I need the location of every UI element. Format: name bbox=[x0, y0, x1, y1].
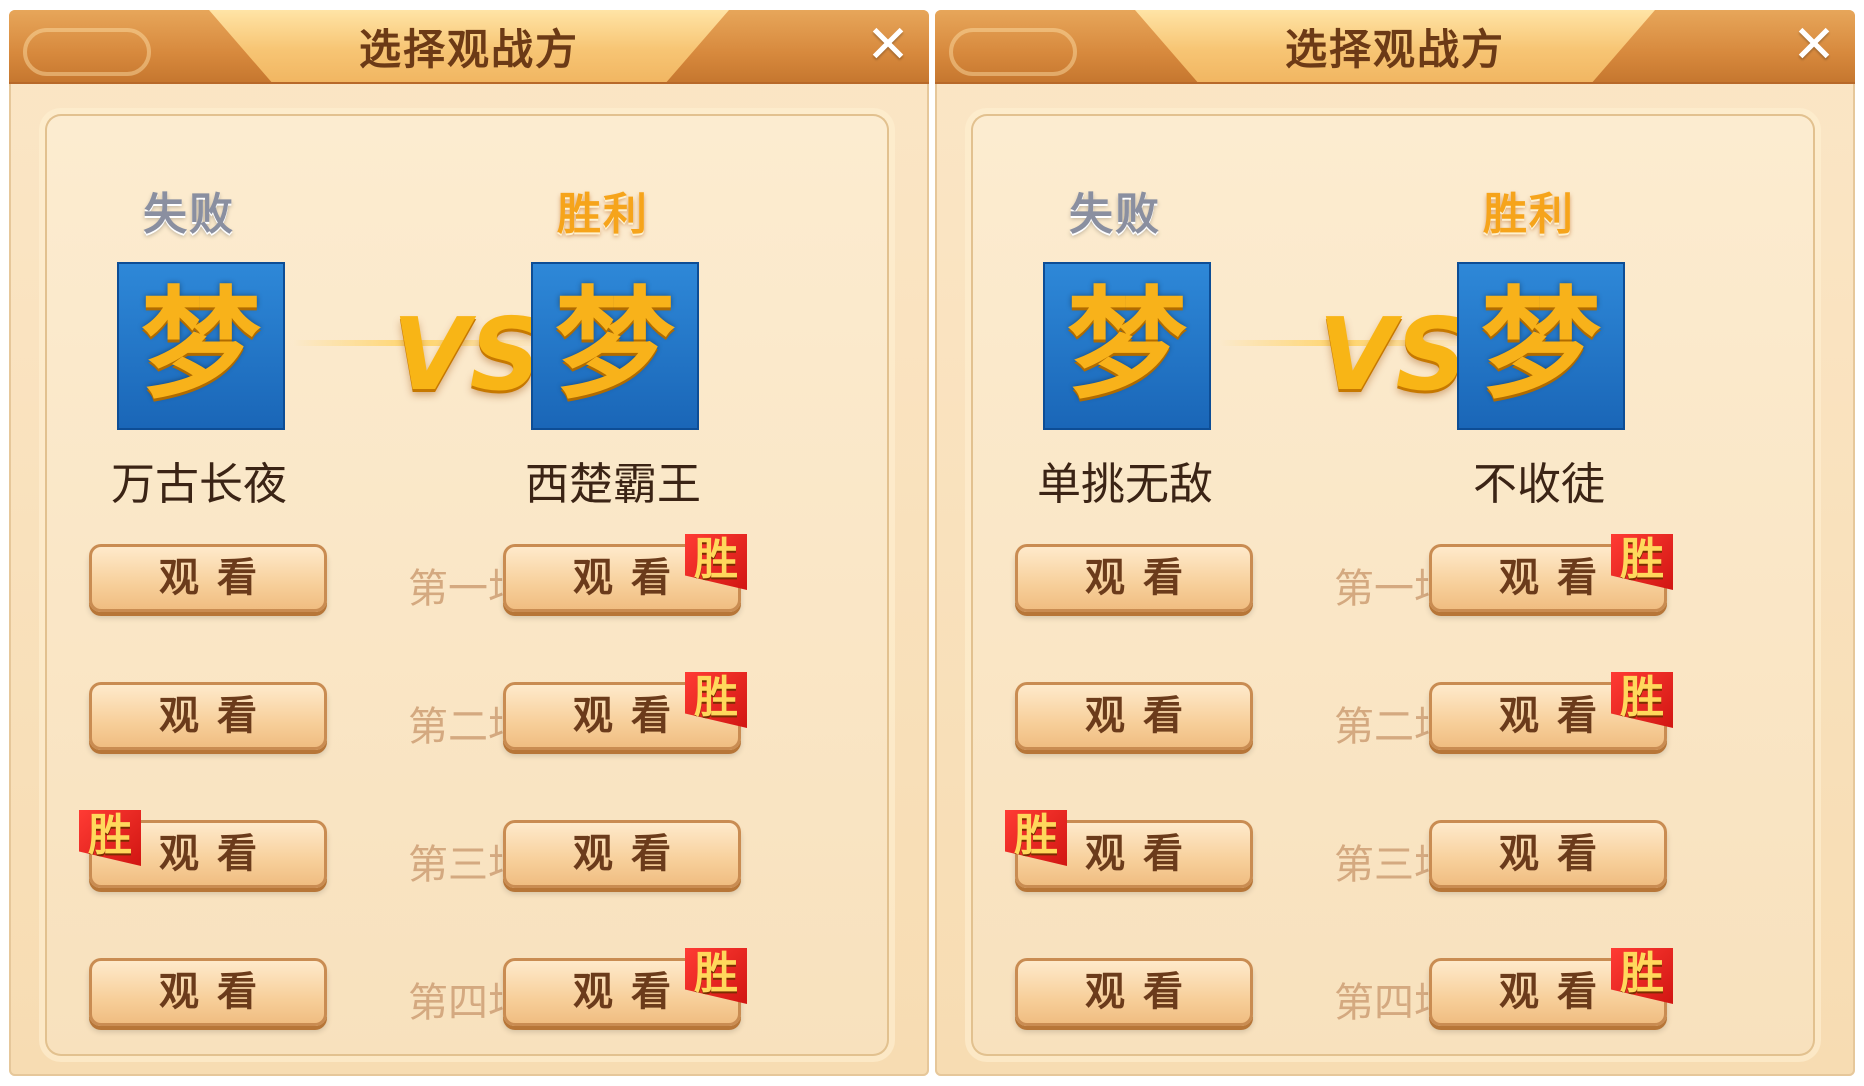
watch-left-round-1-button[interactable]: 观看 bbox=[1015, 544, 1253, 612]
dialog-title: 选择观战方 bbox=[1284, 25, 1505, 74]
dream-logo-icon: 梦 bbox=[555, 276, 675, 415]
watch-right-round-3-button[interactable]: 观看 bbox=[1429, 820, 1667, 888]
right-player-avatar[interactable]: 梦 bbox=[531, 262, 699, 430]
close-icon[interactable]: ✕ bbox=[865, 19, 911, 71]
dream-logo-icon: 梦 bbox=[1481, 276, 1601, 415]
spectate-dialog-2: 选择观战方 ✕ 失败 胜利 梦 VS 梦 单挑无敌 不收徒 观看 第一场 观看 … bbox=[935, 10, 1855, 1076]
watch-right-round-3-button[interactable]: 观看 bbox=[503, 820, 741, 888]
watch-left-round-1-button[interactable]: 观看 bbox=[89, 544, 327, 612]
dream-logo-icon: 梦 bbox=[141, 276, 261, 415]
watch-left-round-2-button[interactable]: 观看 bbox=[89, 682, 327, 750]
left-result-label: 失败 bbox=[143, 189, 235, 240]
left-player-name: 万古长夜 bbox=[111, 459, 287, 510]
right-player-avatar[interactable]: 梦 bbox=[1457, 262, 1625, 430]
left-player-avatar[interactable]: 梦 bbox=[117, 262, 285, 430]
dialog-title: 选择观战方 bbox=[358, 25, 579, 74]
spectate-dialog-1: 选择观战方 ✕ 失败 胜利 梦 VS 梦 万古长夜 西楚霸王 观看 第一场 观看… bbox=[9, 10, 929, 1076]
left-player-name: 单挑无敌 bbox=[1037, 459, 1213, 510]
right-result-label: 胜利 bbox=[1483, 189, 1575, 240]
right-result-label: 胜利 bbox=[557, 189, 649, 240]
close-icon[interactable]: ✕ bbox=[1791, 19, 1837, 71]
watch-left-round-4-button[interactable]: 观看 bbox=[89, 958, 327, 1026]
dream-logo-icon: 梦 bbox=[1067, 276, 1187, 415]
watch-left-round-4-button[interactable]: 观看 bbox=[1015, 958, 1253, 1026]
left-result-label: 失败 bbox=[1069, 189, 1161, 240]
dialog-titlebar: 选择观战方 ✕ bbox=[9, 10, 929, 84]
watch-left-round-2-button[interactable]: 观看 bbox=[1015, 682, 1253, 750]
right-player-name: 不收徒 bbox=[1473, 459, 1605, 510]
right-player-name: 西楚霸王 bbox=[525, 459, 701, 510]
dialog-titlebar: 选择观战方 ✕ bbox=[935, 10, 1855, 84]
left-player-avatar[interactable]: 梦 bbox=[1043, 262, 1211, 430]
